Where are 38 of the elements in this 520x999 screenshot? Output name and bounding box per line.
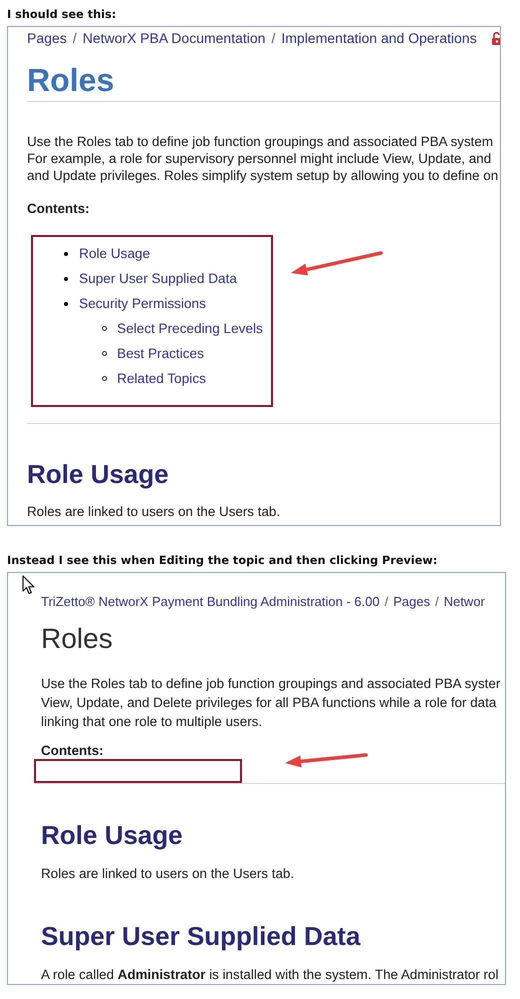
paragraph: Use the Roles tab to define job function groupings and associated PBA syster View, Update, and Delete privileges for all PBA functions while a role for data linking that one role to multiple users. — [41, 674, 500, 730]
bullet-icon — [64, 302, 68, 306]
circle-bullet-icon — [102, 351, 107, 356]
page-title: Roles — [41, 623, 113, 655]
breadcrumb-link[interactable]: TriZetto® NetworX Payment Bundling Administration - 6.00 — [41, 594, 380, 610]
contents-link[interactable]: Select Preceding Levels — [117, 321, 263, 336]
contents-label: Contents: — [27, 201, 90, 217]
circle-bullet-icon — [102, 326, 107, 331]
contents-link[interactable]: Related Topics — [117, 371, 206, 386]
contents-link[interactable]: Best Practices — [117, 346, 204, 361]
section-heading: Super User Supplied Data — [41, 920, 360, 952]
paragraph: Use the Roles tab to define job function groupings and associated PBA system For example, a role for supervisory personnel might include View, Update, and and Update privileges. Roles simplify system setup by allowing you to define on — [27, 133, 498, 184]
section-heading: Role Usage — [27, 458, 169, 488]
breadcrumb-separator: / — [72, 30, 77, 46]
contents-label: Contents: — [41, 743, 104, 759]
section-text: Roles are linked to users on the Users tab. — [27, 503, 280, 520]
breadcrumb-link[interactable]: Implementation and Operations — [281, 30, 477, 46]
bullet-icon — [64, 276, 68, 280]
breadcrumb-link[interactable]: Pages — [27, 30, 67, 46]
page-title: Roles — [27, 62, 114, 98]
caption: Instead I see this when Editing the topic and then clicking Preview: — [7, 554, 438, 568]
contents-link[interactable]: Security Permissions — [79, 296, 206, 311]
breadcrumb-link[interactable]: Networ — [444, 594, 485, 610]
breadcrumb-link[interactable]: NetworX PBA Documentation — [82, 30, 266, 46]
breadcrumb-link[interactable]: Pages — [393, 594, 430, 610]
section-text: Roles are linked to users on the Users tab. — [41, 864, 294, 882]
section-text: A role called Administrator is installed with the system. The Administrator rol — [41, 966, 498, 982]
contents-link[interactable]: Super User Supplied Data — [79, 271, 237, 286]
section-heading: Role Usage — [41, 819, 183, 851]
padlock-icon[interactable] — [490, 32, 500, 44]
mouse-pointer-icon — [22, 575, 35, 595]
breadcrumb-separator: / — [384, 594, 388, 610]
contents-link[interactable]: Role Usage — [79, 246, 150, 261]
breadcrumb-separator: / — [271, 30, 276, 46]
caption: I should see this: — [7, 8, 116, 22]
breadcrumb-separator: / — [435, 594, 439, 610]
circle-bullet-icon — [102, 376, 107, 381]
bullet-icon — [64, 252, 68, 256]
